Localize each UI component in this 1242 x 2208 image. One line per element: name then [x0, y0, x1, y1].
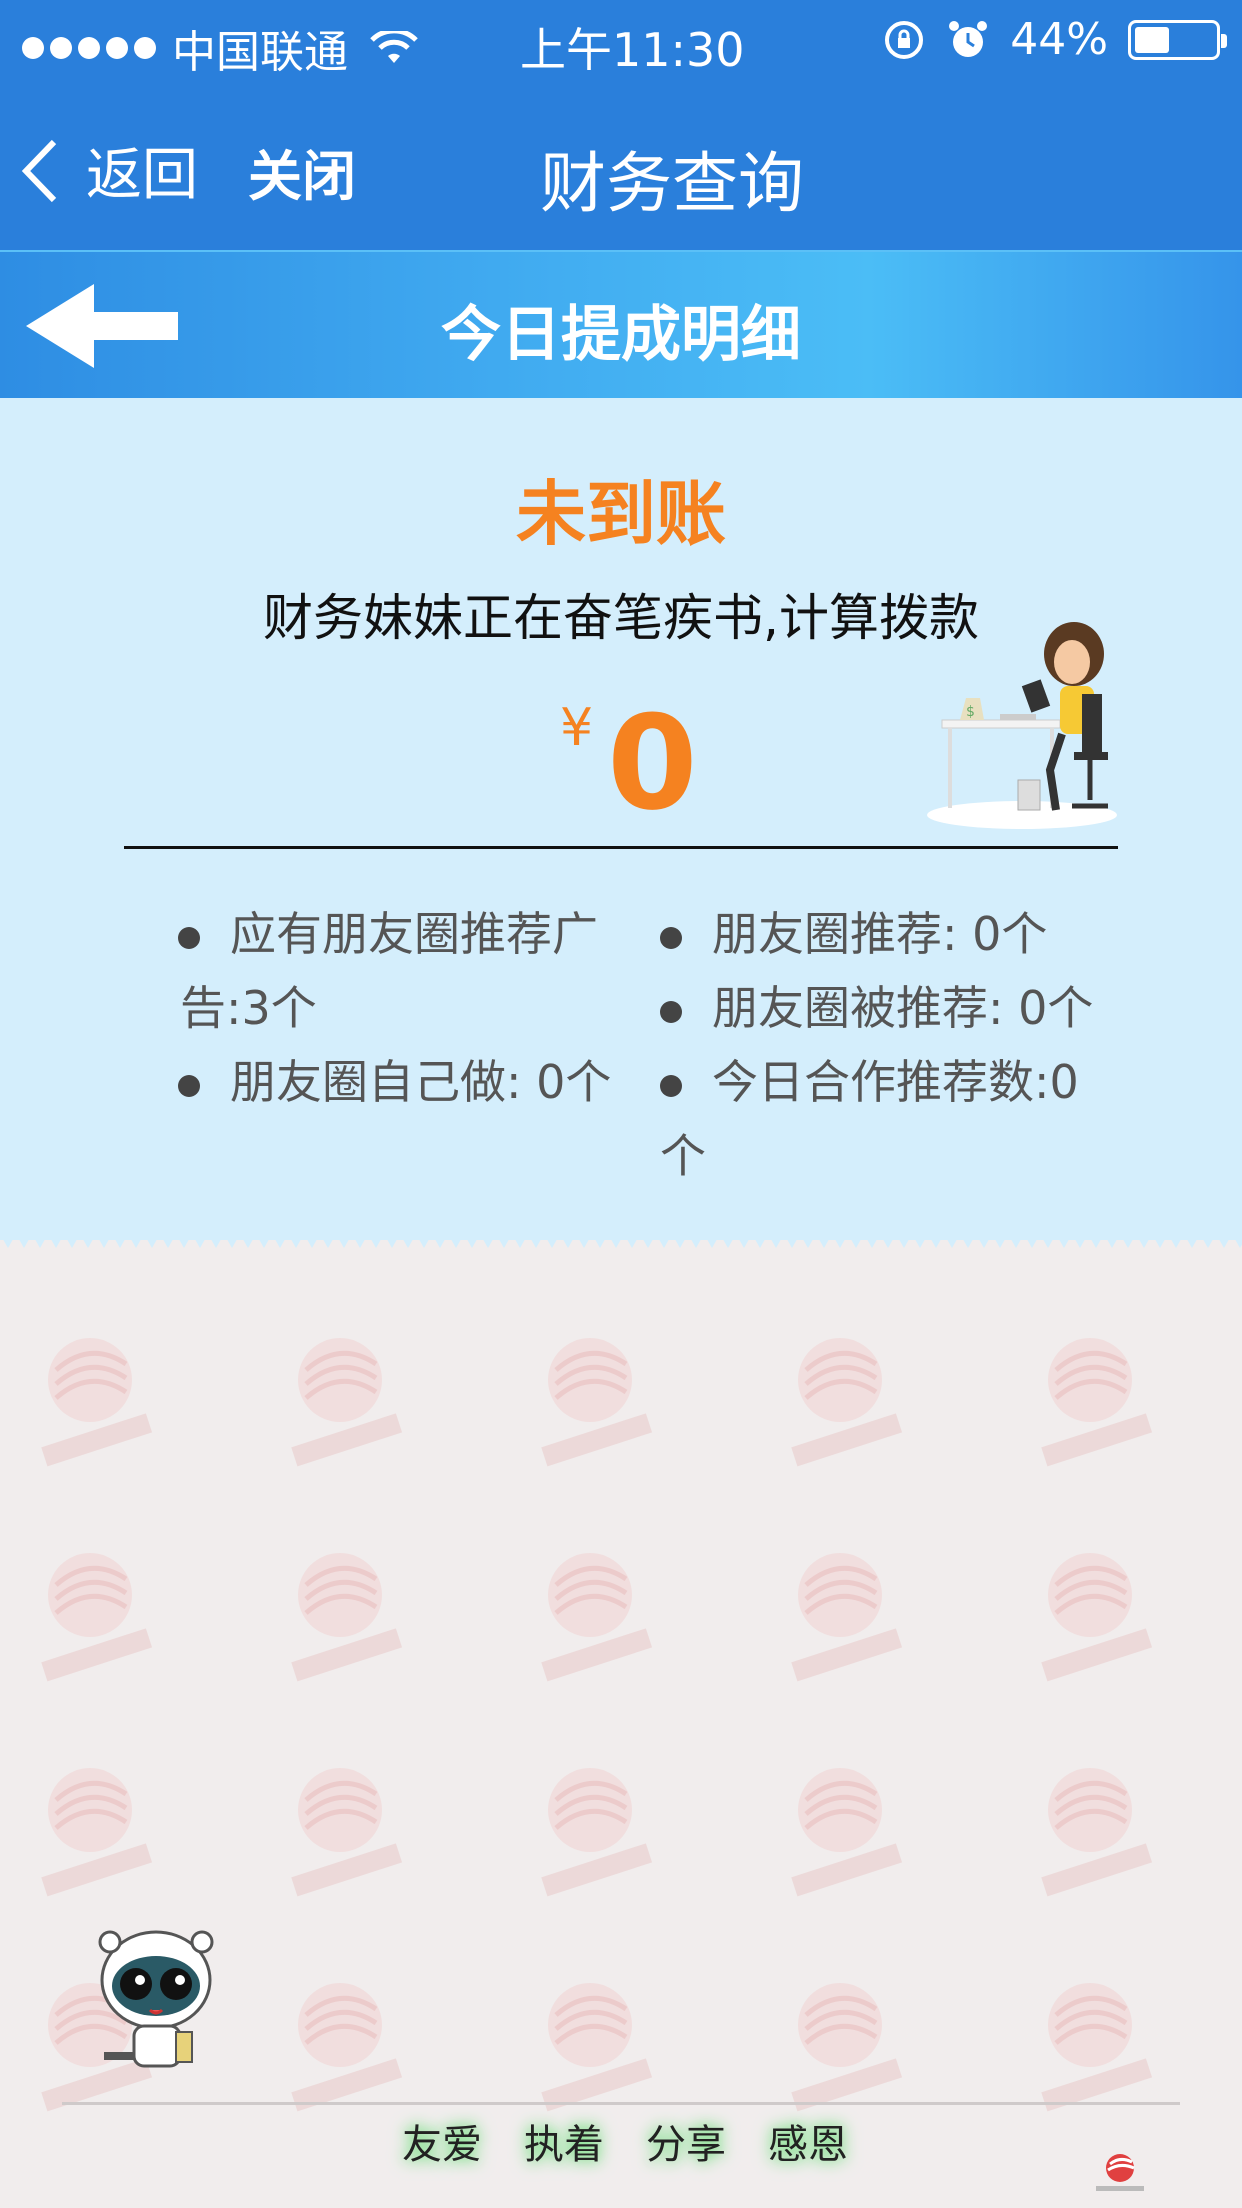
brand-logo [1096, 2154, 1144, 2191]
battery-icon [1128, 19, 1227, 60]
currency-symbol: ¥ [560, 698, 594, 758]
watermark-logo [291, 1338, 403, 1467]
commission-card: 未到账 财务妹妹正在奋笔疾书,计算拨款 ¥ 0 $ 应有朋友圈推荐广 告:3个 … [0, 398, 1242, 1248]
footer-values: 友爱 执着 分享 感恩 [400, 2108, 850, 2174]
watermark-logo [541, 1768, 653, 1897]
watermark-logo [41, 1553, 153, 1682]
watermark-logo [1041, 1553, 1153, 1682]
section-title: 今日提成明细 [441, 300, 801, 370]
watermark-logo [41, 1768, 153, 1897]
watermark-logo [291, 1768, 403, 1897]
top-bar: 中国联通 上午11:30 44% 返回 关闭 财务查询 [0, 0, 1242, 250]
battery-percent: 44% [1010, 14, 1108, 65]
stat-label: 告:3个 [180, 981, 317, 1035]
page-title: 财务查询 [540, 145, 804, 222]
watermark-logo [1041, 1983, 1153, 2112]
watermark-logo [541, 1553, 653, 1682]
watermark-logo [541, 1338, 653, 1467]
chevron-left-icon [21, 139, 57, 202]
status-time: 上午11:30 [520, 23, 745, 77]
amount-value: 0 [607, 687, 698, 839]
stat-item: 朋友圈自己做: 0个 [178, 1046, 611, 1112]
close-button[interactable]: 关闭 [248, 132, 356, 211]
watermark-logo [791, 1338, 903, 1467]
signal-icon [22, 37, 156, 59]
alarm-icon [949, 20, 988, 57]
stat-label: 朋友圈被推荐: 0个 [712, 981, 1094, 1035]
watermark-logo [1041, 1338, 1153, 1467]
footer-word: 执着 [524, 2122, 604, 2168]
section-header: 今日提成明细 [0, 250, 1242, 398]
watermark-logo [291, 1983, 403, 2112]
stat-label: 今日合作推荐数:0 [712, 1055, 1079, 1109]
footer-word: 感恩 [768, 2122, 848, 2168]
stat-item-continuation: 告:3个 [180, 972, 317, 1038]
watermark-logo [791, 1768, 903, 1897]
stat-label: 个 [660, 1129, 706, 1183]
stat-item: 应有朋友圈推荐广 [178, 898, 648, 964]
stat-item: 朋友圈推荐: 0个 [660, 898, 1047, 964]
stat-item: 今日合作推荐数:0 [660, 1046, 1079, 1112]
accountant-illustration: $ [927, 622, 1117, 829]
watermark-logo [41, 1338, 153, 1467]
watermark-logo [791, 1553, 903, 1682]
navigation-bar: 返回 关闭 财务查询 [0, 100, 1242, 230]
footer-word: 友爱 [402, 2122, 482, 2168]
back-label: 返回 [86, 143, 198, 208]
wifi-icon [370, 31, 418, 63]
stat-item: 朋友圈被推荐: 0个 [660, 972, 1093, 1038]
amount-display: ¥ 0 [560, 678, 698, 828]
watermark-logo [291, 1553, 403, 1682]
back-button[interactable]: 返回 [20, 130, 198, 211]
carrier-label: 中国联通 [172, 27, 348, 78]
watermark-logo [541, 1983, 653, 2112]
stat-item-continuation: 个 [660, 1120, 706, 1186]
divider [124, 846, 1118, 849]
stat-label: 朋友圈推荐: 0个 [712, 907, 1048, 961]
mascot-image [98, 1930, 214, 2068]
watermark-logo [1041, 1768, 1153, 1897]
stat-label: 应有朋友圈推荐广 [230, 907, 598, 961]
watermark-logo [791, 1983, 903, 2112]
rotation-lock-icon [885, 20, 924, 59]
svg-text:$: $ [966, 704, 975, 720]
status-bar: 中国联通 上午11:30 44% [0, 0, 1242, 82]
footer-divider [62, 2102, 1180, 2105]
payment-status: 未到账 [516, 473, 726, 555]
footer-word: 分享 [646, 2122, 726, 2168]
stat-label: 朋友圈自己做: 0个 [230, 1055, 612, 1109]
